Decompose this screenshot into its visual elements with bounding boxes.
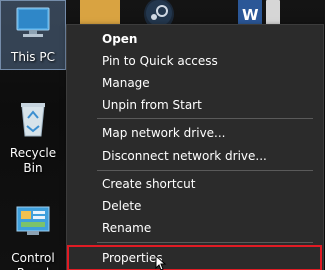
control-panel-icon	[16, 206, 50, 235]
menu-item-unpin-from-start[interactable]: Unpin from Start	[67, 94, 323, 116]
document-icon[interactable]	[266, 0, 280, 26]
properties-highlight-box	[67, 245, 322, 270]
menu-separator	[97, 118, 313, 119]
this-pc-icon	[16, 7, 50, 37]
desktop-icon-label: Recycle Bin	[9, 146, 57, 175]
menu-item-open[interactable]: Open	[67, 28, 323, 50]
svg-text:W: W	[242, 6, 259, 24]
menu-separator	[97, 170, 313, 171]
desktop-icon-label: Control Panel	[11, 251, 55, 270]
desktop-icon-label: This PC	[11, 50, 55, 64]
recycle-bin-icon	[21, 103, 45, 137]
mouse-cursor-icon	[155, 255, 167, 270]
desktop-icon-this-pc[interactable]: This PC	[0, 0, 66, 70]
context-menu: Open Pin to Quick access Manage Unpin fr…	[66, 24, 324, 270]
desktop-icon-recycle-bin[interactable]: Recycle Bin	[0, 98, 66, 176]
menu-item-rename[interactable]: Rename	[67, 217, 323, 239]
menu-item-disconnect-network-drive[interactable]: Disconnect network drive...	[67, 145, 323, 167]
menu-item-create-shortcut[interactable]: Create shortcut	[67, 173, 323, 195]
desktop-icon-control-panel[interactable]: Control Panel	[0, 205, 66, 270]
menu-item-manage[interactable]: Manage	[67, 72, 323, 94]
menu-item-delete[interactable]: Delete	[67, 195, 323, 217]
menu-separator	[97, 242, 313, 243]
menu-item-pin-to-quick-access[interactable]: Pin to Quick access	[67, 50, 323, 72]
menu-item-map-network-drive[interactable]: Map network drive...	[67, 122, 323, 144]
desktop: W This PC Recycle Bin Control Open Pin t…	[0, 0, 325, 270]
